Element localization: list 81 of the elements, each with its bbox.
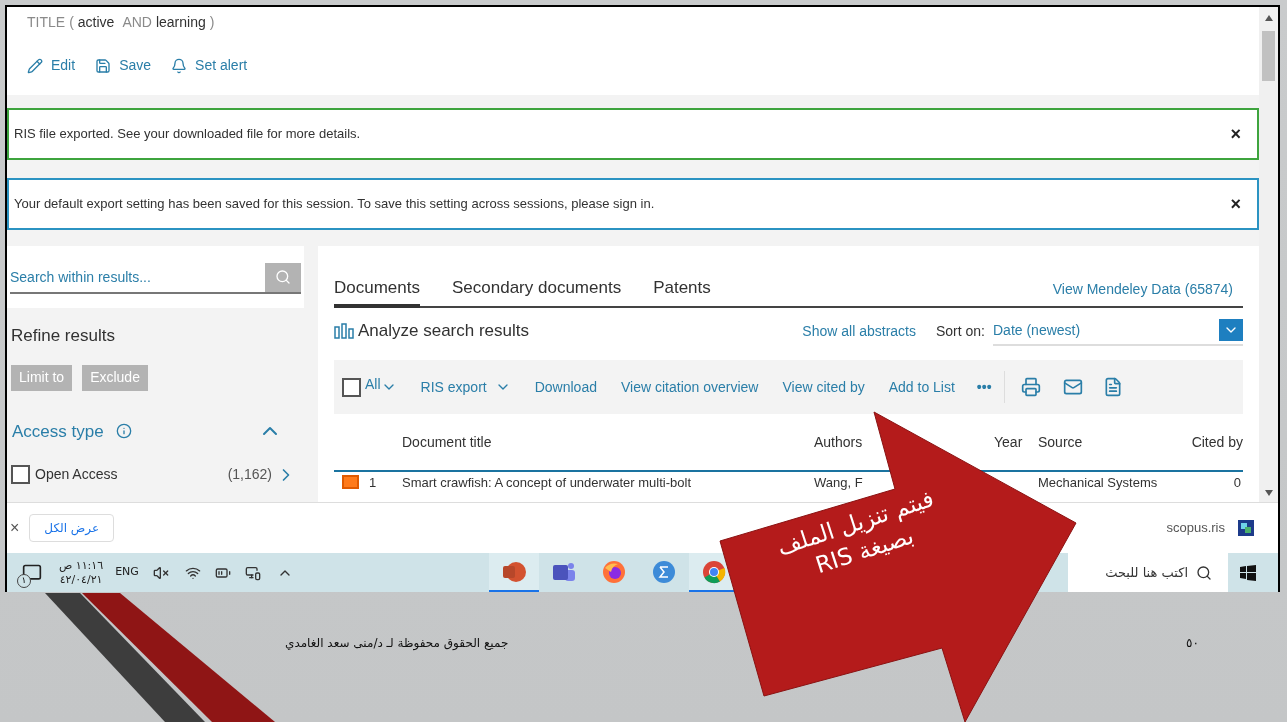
results-tab[interactable]: Secondary documents — [452, 274, 622, 308]
refine-title: Refine results — [11, 325, 116, 347]
close-button[interactable]: × — [10, 516, 20, 540]
search-input[interactable]: اكتب هنا للبحث — [1078, 562, 1188, 583]
sigma-app-icon — [651, 559, 676, 584]
row-number: 1 — [369, 475, 378, 489]
filter-count: (1,162) — [227, 465, 272, 484]
query-action-link[interactable]: Save — [95, 55, 152, 76]
print-icon[interactable] — [1020, 377, 1041, 397]
authors-cell-text: Wang, F — [814, 475, 864, 489]
select-all-label[interactable]: All — [365, 373, 381, 395]
taskbar-app-button[interactable] — [488, 553, 539, 592]
sort-dropdown[interactable]: Date (newest) — [993, 316, 1243, 346]
query-action-link[interactable]: Edit — [27, 55, 76, 76]
muted-speaker-icon[interactable] — [152, 564, 169, 581]
checkbox[interactable] — [342, 475, 359, 489]
results-tab[interactable]: Documents — [334, 274, 420, 308]
source-cell-text: Mechanical Systems — [1038, 475, 1159, 489]
scrollbar-thumb[interactable] — [1262, 31, 1275, 81]
query-bracket: ) — [209, 13, 215, 32]
column-header: Document title — [402, 432, 493, 452]
bell-icon — [171, 57, 188, 74]
toolbar-action-link[interactable]: Download — [534, 376, 597, 398]
copyright-footer: جميع الحقوق محفوظة لـ د/منى سعد الغامدي — [285, 634, 509, 652]
checkbox[interactable] — [11, 465, 30, 484]
query-term: active — [77, 13, 115, 32]
clock-date[interactable]: ٤٢/٠٤/٢١ — [59, 574, 103, 585]
device-icon[interactable] — [244, 564, 261, 581]
show-all-button[interactable]: عرض الكل — [29, 514, 115, 542]
pencil-icon — [27, 57, 43, 74]
presentation-app-icon — [500, 559, 527, 584]
search-field[interactable]: Search within results... — [10, 262, 301, 294]
browser-circle-icon — [701, 559, 726, 584]
query-bracket: ( — [69, 13, 74, 32]
search-icon — [275, 269, 291, 285]
close-button[interactable]: × — [1230, 190, 1241, 218]
cited-by-cell: 0 — [1233, 475, 1241, 489]
toolbar-action-link[interactable]: RIS export — [420, 376, 511, 398]
close-button[interactable]: × — [1230, 120, 1241, 148]
dropdown-toggle[interactable] — [1219, 319, 1243, 341]
notification-badge: ١ — [17, 573, 31, 588]
notifications-icon[interactable] — [22, 562, 42, 583]
alert-message: RIS file exported. See your downloaded file for more details. — [14, 125, 361, 144]
column-header: Year — [994, 432, 1024, 452]
show-abstracts-link[interactable]: Show all abstracts — [802, 320, 916, 342]
sort-label: Sort on: — [935, 321, 985, 341]
analyze-results-link[interactable]: Analyze search results — [358, 318, 530, 344]
toolbar-action-link[interactable]: Add to List — [888, 376, 955, 398]
query-term: learning — [155, 13, 206, 32]
slide-number: ٥٠ — [1186, 635, 1199, 652]
filter-option-label: Open Access — [35, 465, 119, 484]
query-action-link[interactable]: Set alert — [171, 55, 248, 76]
mail-icon[interactable] — [1062, 377, 1083, 397]
input-language[interactable]: ENG — [115, 564, 139, 581]
checkbox[interactable] — [342, 377, 361, 397]
query-operator: AND — [122, 13, 152, 32]
column-header: Authors — [814, 432, 864, 452]
toolbar-action-link[interactable]: View cited by — [782, 376, 865, 398]
mendeley-link[interactable]: View Mendeley Data (65874) — [1052, 279, 1233, 306]
document-title-cell[interactable]: Smart crawfish: A concept of underwater multi-bolt — [402, 475, 814, 489]
taskbar-search-field[interactable]: اكتب هنا للبحث — [1068, 553, 1228, 592]
search-input[interactable]: Search within results... — [10, 263, 265, 291]
scroll-up-arrow-icon[interactable] — [1264, 15, 1273, 21]
scrollbar[interactable] — [1259, 7, 1278, 502]
more-options-button[interactable]: ••• — [976, 376, 992, 398]
query-field-name: TITLE — [27, 13, 66, 32]
downloaded-file-name[interactable]: scopus.ris — [1166, 518, 1225, 538]
column-header: Source — [1038, 432, 1084, 452]
windows-logo-icon[interactable] — [1240, 564, 1256, 581]
clock-time[interactable]: ١١:١٦ ص — [59, 560, 104, 571]
info-icon — [115, 423, 132, 440]
alert-message: Your default export setting has been saved for this session. To save this setting across sessions, please sign in. — [14, 195, 655, 214]
toolbar-action-link[interactable]: View citation overview — [620, 376, 759, 398]
file-type-icon — [1237, 519, 1255, 537]
filter-title: Access type — [12, 420, 104, 443]
column-header: Cited by — [1191, 432, 1243, 452]
browser-fox-icon — [601, 559, 626, 584]
bar-chart-icon — [334, 323, 354, 339]
scroll-down-arrow-icon[interactable] — [1264, 490, 1273, 496]
results-tab[interactable]: Patents — [653, 274, 711, 308]
search-icon — [1196, 564, 1212, 581]
